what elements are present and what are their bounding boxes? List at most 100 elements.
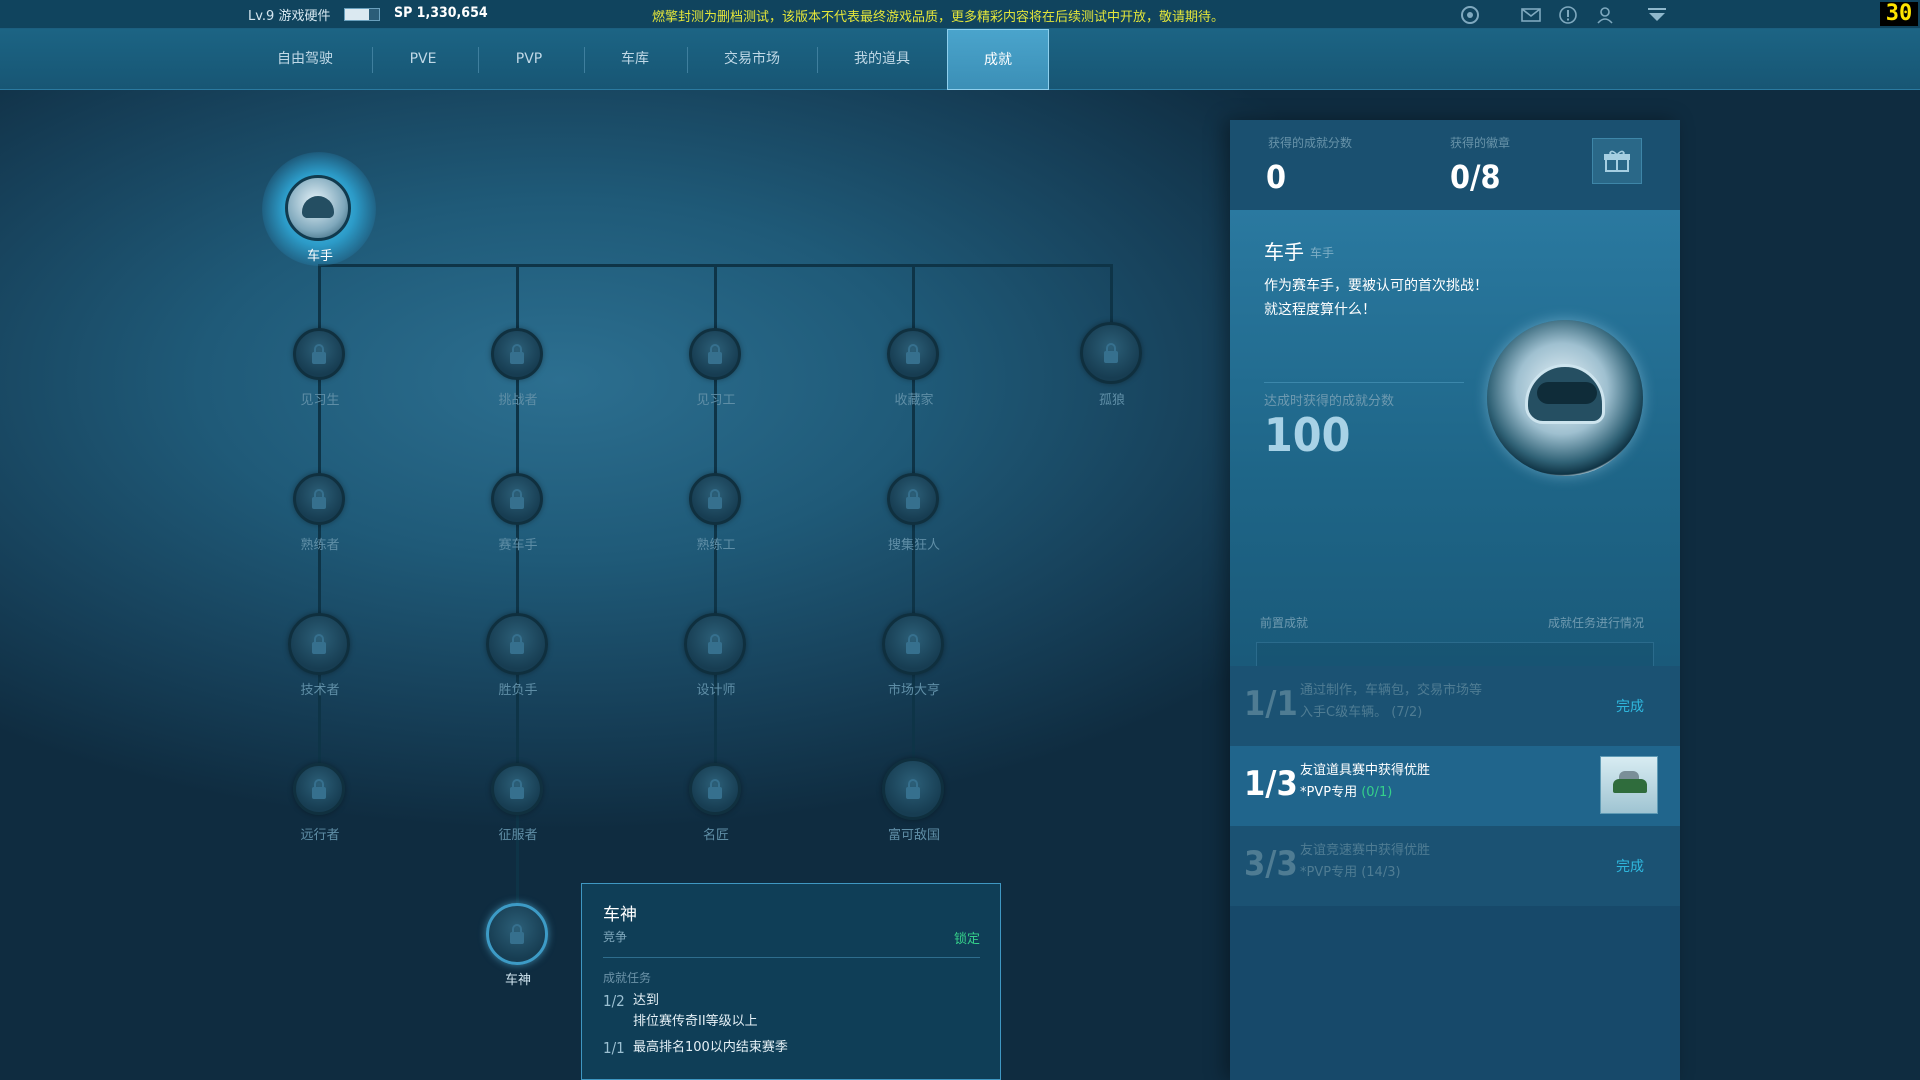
lock-icon — [510, 924, 524, 944]
achievement-label: 车手 — [306, 249, 333, 264]
tooltip-task-progress: 1/1 — [603, 1039, 625, 1057]
lock-icon — [708, 634, 722, 654]
achievement-label: 见习生 — [300, 393, 340, 408]
achievement-label: 名匠 — [702, 828, 729, 843]
level-progress-bar — [344, 8, 380, 21]
achievement-node[interactable] — [293, 763, 345, 815]
task-count: (0/1) — [1361, 785, 1393, 800]
tooltip-task-text: 排位赛传奇II等级以上 — [633, 1014, 758, 1029]
achievement-node-selected[interactable] — [486, 903, 548, 965]
achievement-label: 征服者 — [498, 828, 538, 843]
lock-icon — [510, 779, 524, 799]
achievement-node[interactable] — [887, 473, 939, 525]
car-body-shape — [1613, 779, 1647, 793]
lock-icon — [510, 489, 524, 509]
panel-summary: 获得的成就分数 0 获得的徽章 0/8 — [1230, 120, 1680, 210]
achievement-tooltip: 车神 竞争 锁定 成就任务 1/2 达到 排位赛传奇II等级以上 1/1 最高排… — [581, 883, 1001, 1080]
description-line: 就这程度算什么！ — [1264, 302, 1376, 318]
achievement-node[interactable] — [689, 763, 741, 815]
achievement-node[interactable] — [1080, 322, 1142, 384]
achievement-label: 远行者 — [300, 828, 340, 843]
task-progress-label: 成就任务进行情况 — [1547, 616, 1644, 630]
task-progress: 3/3 — [1244, 844, 1298, 884]
badge-value: 0/8 — [1450, 158, 1501, 196]
tab-free-drive[interactable]: 自由驾驶 — [254, 29, 356, 90]
score-value: 0 — [1266, 158, 1287, 196]
achievement-node[interactable] — [293, 473, 345, 525]
task-line: 友谊竞速赛中获得优胜 — [1300, 843, 1431, 858]
achievement-node[interactable] — [491, 473, 543, 525]
badge-label: 获得的徽章 — [1450, 136, 1511, 150]
tab-pvp[interactable]: PVP — [484, 29, 574, 90]
tab-achievements[interactable]: 成就 — [947, 29, 1049, 90]
alert-icon[interactable] — [1557, 4, 1579, 26]
fps-counter: 30 — [1880, 2, 1918, 26]
tooltip-task-progress: 1/2 — [603, 992, 625, 1010]
score-label: 获得的成就分数 — [1268, 136, 1353, 150]
task-row: 3/3 友谊竞速赛中获得优胜 *PVP专用 (14/3) 完成 — [1230, 826, 1680, 906]
task-line: 入手C级车辆。 (7/2) — [1300, 702, 1482, 724]
driver-medal-icon — [1487, 320, 1643, 476]
network-icon[interactable] — [1459, 4, 1481, 26]
tab-garage[interactable]: 车库 — [590, 29, 680, 90]
achievement-label: 孤狼 — [1098, 393, 1125, 408]
main-nav: 自由驾驶 PVE PVP 车库 交易市场 我的道具 成就 — [0, 29, 1920, 90]
detail-description: 作为赛车手，要被认可的首次挑战！ 就这程度算什么！ — [1264, 274, 1488, 322]
gift-icon — [1604, 150, 1630, 172]
lock-icon — [510, 634, 524, 654]
task-description: 友谊道具赛中获得优胜 *PVP专用 (0/1) — [1300, 760, 1430, 804]
achievement-node[interactable] — [684, 613, 746, 675]
achievement-node[interactable] — [491, 328, 543, 380]
tooltip-task-text: 达到 — [633, 993, 660, 1008]
visor-shape — [1537, 382, 1597, 404]
item-reward-thumbnail[interactable] — [1600, 756, 1658, 814]
task-line: *PVP专用 (14/3) — [1300, 862, 1430, 884]
lock-icon — [312, 344, 326, 364]
reward-value: 100 — [1264, 408, 1351, 462]
top-bar: Lv.9 游戏硬件 SP 1,330,654 燃擎封测为删档测试，该版本不代表最… — [0, 0, 1920, 29]
achievement-label: 富可敌国 — [887, 828, 940, 843]
detail-title: 车手 — [1264, 240, 1304, 264]
tab-divider — [817, 47, 818, 73]
achievement-label: 车神 — [504, 973, 531, 988]
tree-connector — [1110, 264, 1113, 324]
achievement-node[interactable] — [491, 763, 543, 815]
tab-market[interactable]: 交易市场 — [700, 29, 804, 90]
achievement-node[interactable] — [689, 473, 741, 525]
tooltip-section-label: 成就任务 — [603, 971, 652, 985]
task-line-text: *PVP专用 — [1300, 865, 1358, 880]
helmet-icon — [285, 175, 351, 241]
achievement-node[interactable] — [882, 613, 944, 675]
lock-icon — [708, 779, 722, 799]
task-count: (7/2) — [1391, 705, 1423, 720]
notice-banner: 燃擎封测为删档测试，该版本不代表最终游戏品质，更多精彩内容将在后续测试中开放，敬… — [652, 10, 1225, 25]
mail-icon[interactable] — [1520, 4, 1542, 26]
achievement-node[interactable] — [288, 613, 350, 675]
task-complete-status: 完成 — [1616, 699, 1644, 715]
task-complete-status: 完成 — [1616, 859, 1644, 875]
achievement-node[interactable] — [293, 328, 345, 380]
tab-my-items[interactable]: 我的道具 — [830, 29, 934, 90]
dropdown-icon[interactable] — [1646, 4, 1668, 26]
tab-pve[interactable]: PVE — [378, 29, 468, 90]
gift-button[interactable] — [1592, 138, 1642, 184]
lock-icon — [708, 344, 722, 364]
task-line-text: 入手C级车辆。 — [1300, 705, 1388, 720]
tooltip-status: 锁定 — [953, 932, 980, 947]
achievement-detail-panel: 获得的成就分数 0 获得的徽章 0/8 车手 车手 作为赛车手，要被认可的首次挑… — [1230, 120, 1680, 1080]
user-icon[interactable] — [1594, 4, 1616, 26]
task-progress: 1/1 — [1244, 684, 1298, 724]
achievement-node[interactable] — [486, 613, 548, 675]
achievement-node[interactable] — [887, 328, 939, 380]
task-row: 1/1 通过制作，车辆包，交易市场等 入手C级车辆。 (7/2) 完成 — [1230, 666, 1680, 746]
achievement-node[interactable] — [882, 758, 944, 820]
achievement-label: 挑战者 — [498, 393, 538, 408]
lock-icon — [1104, 343, 1118, 363]
achievement-node[interactable] — [689, 328, 741, 380]
tab-divider — [687, 47, 688, 73]
task-description: 友谊竞速赛中获得优胜 *PVP专用 (14/3) — [1300, 840, 1430, 884]
lock-icon — [312, 634, 326, 654]
achievement-detail: 车手 车手 作为赛车手，要被认可的首次挑战！ 就这程度算什么！ 达成时获得的成就… — [1230, 210, 1680, 742]
level-progress-fill — [345, 9, 369, 20]
task-line: 友谊道具赛中获得优胜 — [1300, 763, 1431, 778]
